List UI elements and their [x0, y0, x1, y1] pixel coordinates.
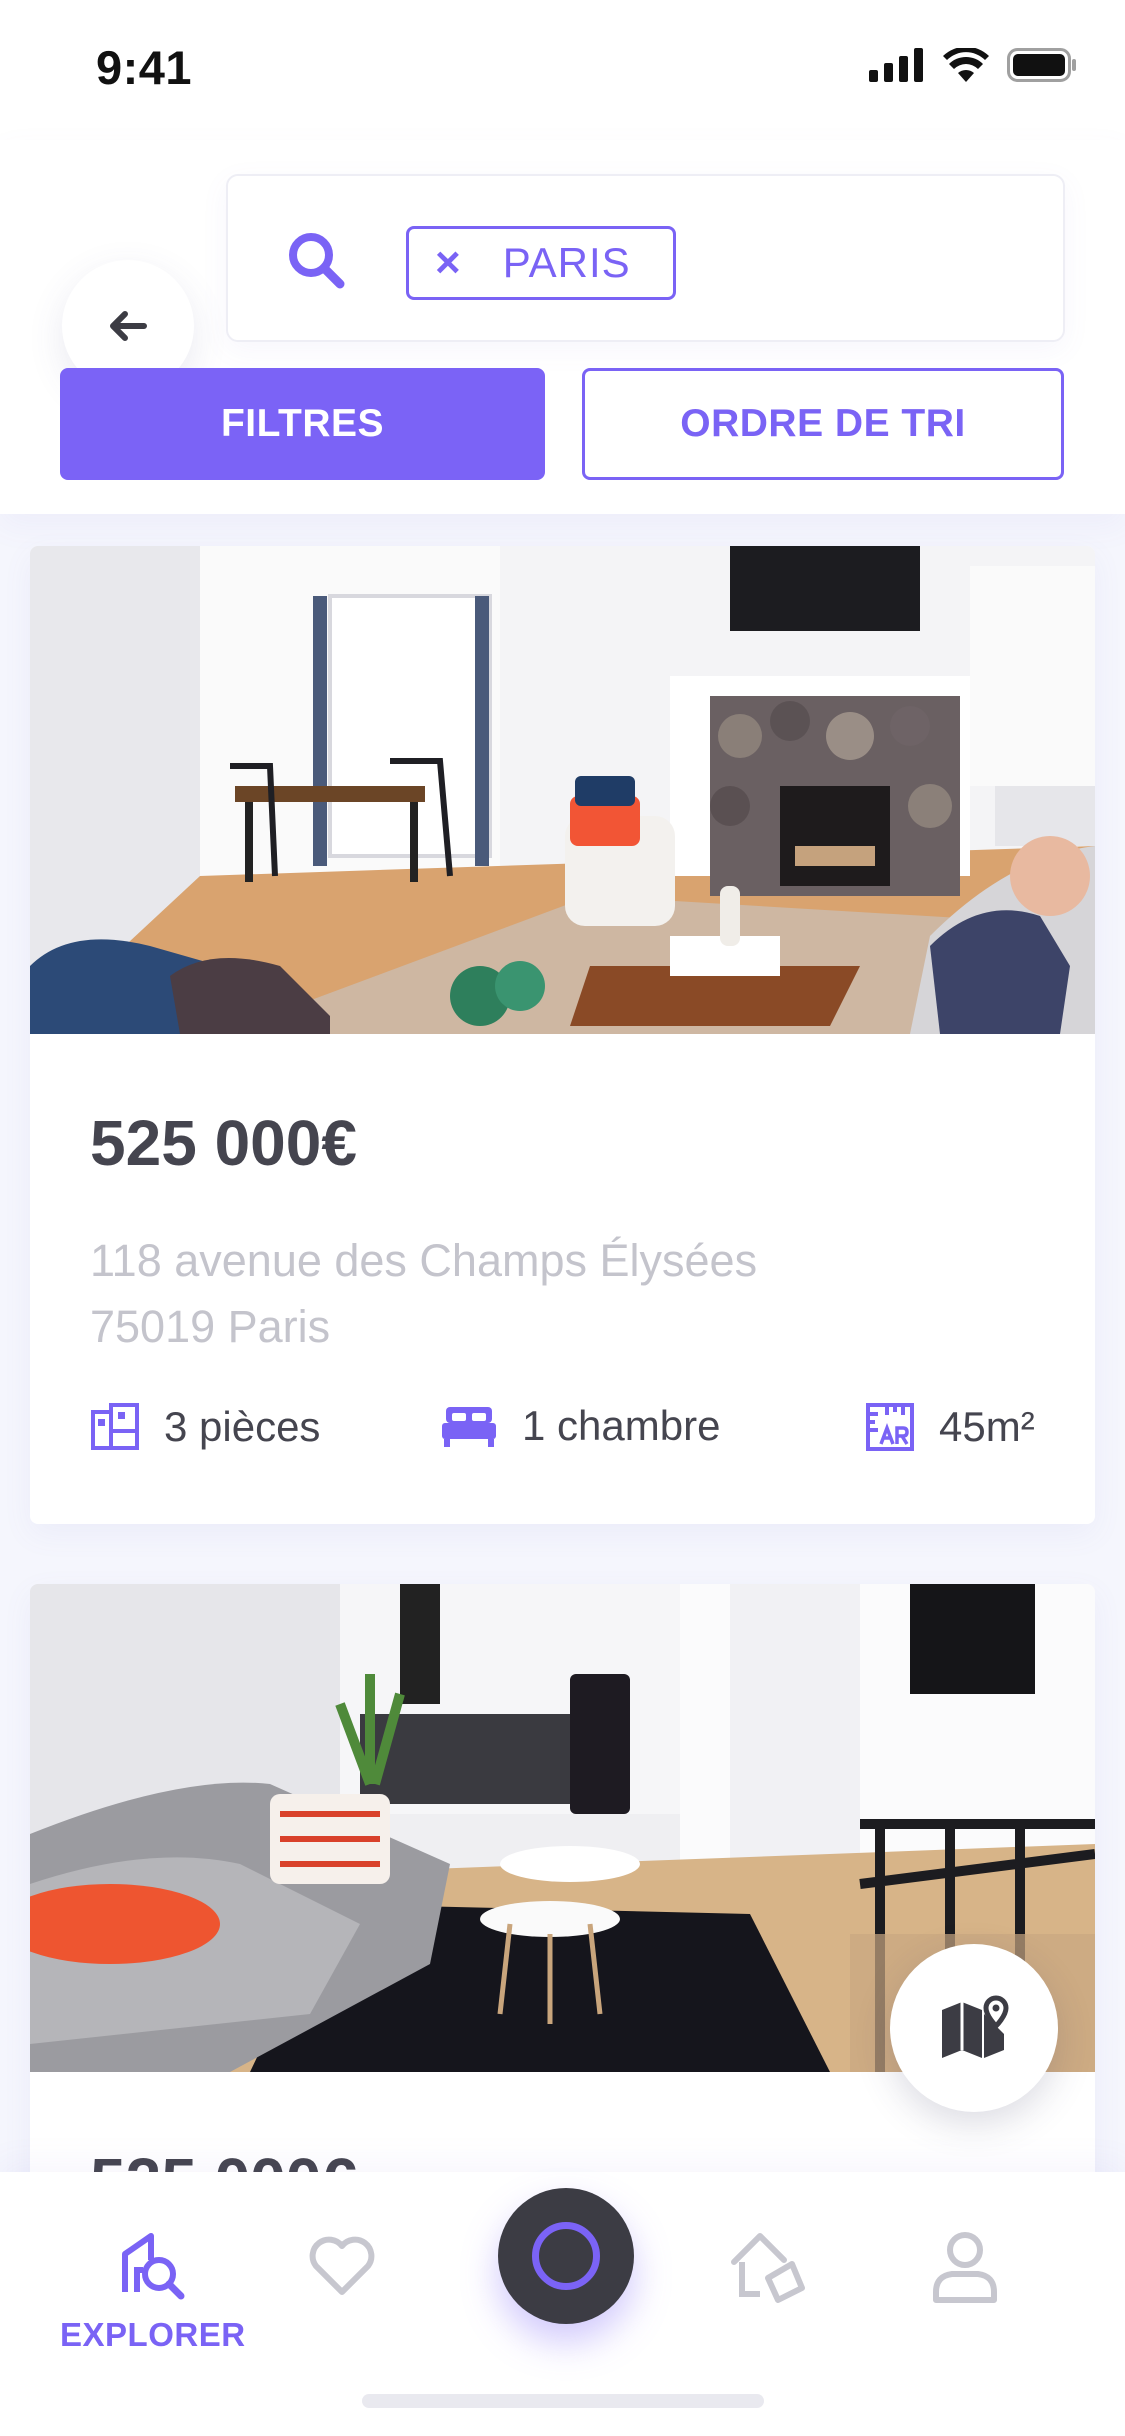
center-ring-icon	[532, 2222, 600, 2290]
listing-price: 525 000€	[90, 1107, 357, 1179]
battery-icon	[1007, 48, 1076, 82]
listing-features: 3 pièces 1 chambre 45m²	[90, 1402, 1050, 1472]
profile-icon	[933, 2232, 997, 2303]
area-value: 45m²	[939, 1403, 1035, 1450]
rooms-count: 3 pièces	[164, 1403, 321, 1450]
listing-card[interactable]: 525 000€ 118 avenue des Champs Élysées 7…	[30, 546, 1095, 1524]
tab-favorites[interactable]	[308, 2236, 376, 2296]
chip-remove-button[interactable]: ×	[435, 241, 461, 285]
chip-label: PARIS	[502, 239, 631, 286]
home-indicator	[362, 2394, 764, 2408]
status-icons	[869, 48, 1077, 82]
bed-icon	[442, 1407, 496, 1447]
tab-explore[interactable]: EXPLORER	[60, 2230, 246, 2354]
listing-photo	[30, 546, 1095, 1034]
bedrooms-count: 1 chambre	[522, 1402, 721, 1449]
listing-address: 118 avenue des Champs Élysées 75019 Pari…	[90, 1228, 757, 1360]
rooms-icon	[91, 1403, 139, 1450]
address-line-city: 75019 Paris	[90, 1301, 331, 1352]
status-time: 9:41	[96, 41, 193, 94]
tab-explore-label: EXPLORER	[60, 2316, 246, 2353]
area-icon	[866, 1403, 914, 1451]
sort-button[interactable]: ORDRE DE TRI	[582, 368, 1064, 480]
wifi-icon	[943, 48, 989, 82]
feature-bedrooms: 1 chambre	[440, 1402, 720, 1450]
heart-icon	[309, 2236, 375, 2295]
filters-button[interactable]: FILTRES	[60, 368, 545, 480]
search-input[interactable]: × PARIS	[226, 174, 1065, 342]
map-view-button[interactable]	[890, 1944, 1058, 2112]
bottom-tab-bar: EXPLORER	[0, 2172, 1125, 2436]
feature-area: 45m²	[865, 1402, 1035, 1452]
location-chip: × PARIS	[406, 226, 676, 300]
address-line-street: 118 avenue des Champs Élysées	[90, 1235, 758, 1286]
back-arrow-icon	[110, 311, 147, 341]
home-icon	[731, 2233, 805, 2303]
signal-icon	[869, 48, 923, 82]
explore-icon	[121, 2233, 185, 2300]
tab-profile[interactable]	[930, 2230, 1000, 2304]
center-action-button[interactable]	[498, 2188, 634, 2324]
status-bar: 9:41	[0, 0, 1125, 140]
search-header: × PARIS FILTRES ORDRE DE TRI	[0, 140, 1125, 514]
search-icon	[289, 233, 345, 289]
tab-sell[interactable]	[728, 2228, 810, 2306]
map-icon	[942, 1995, 1009, 2058]
feature-rooms: 3 pièces	[90, 1402, 320, 1452]
